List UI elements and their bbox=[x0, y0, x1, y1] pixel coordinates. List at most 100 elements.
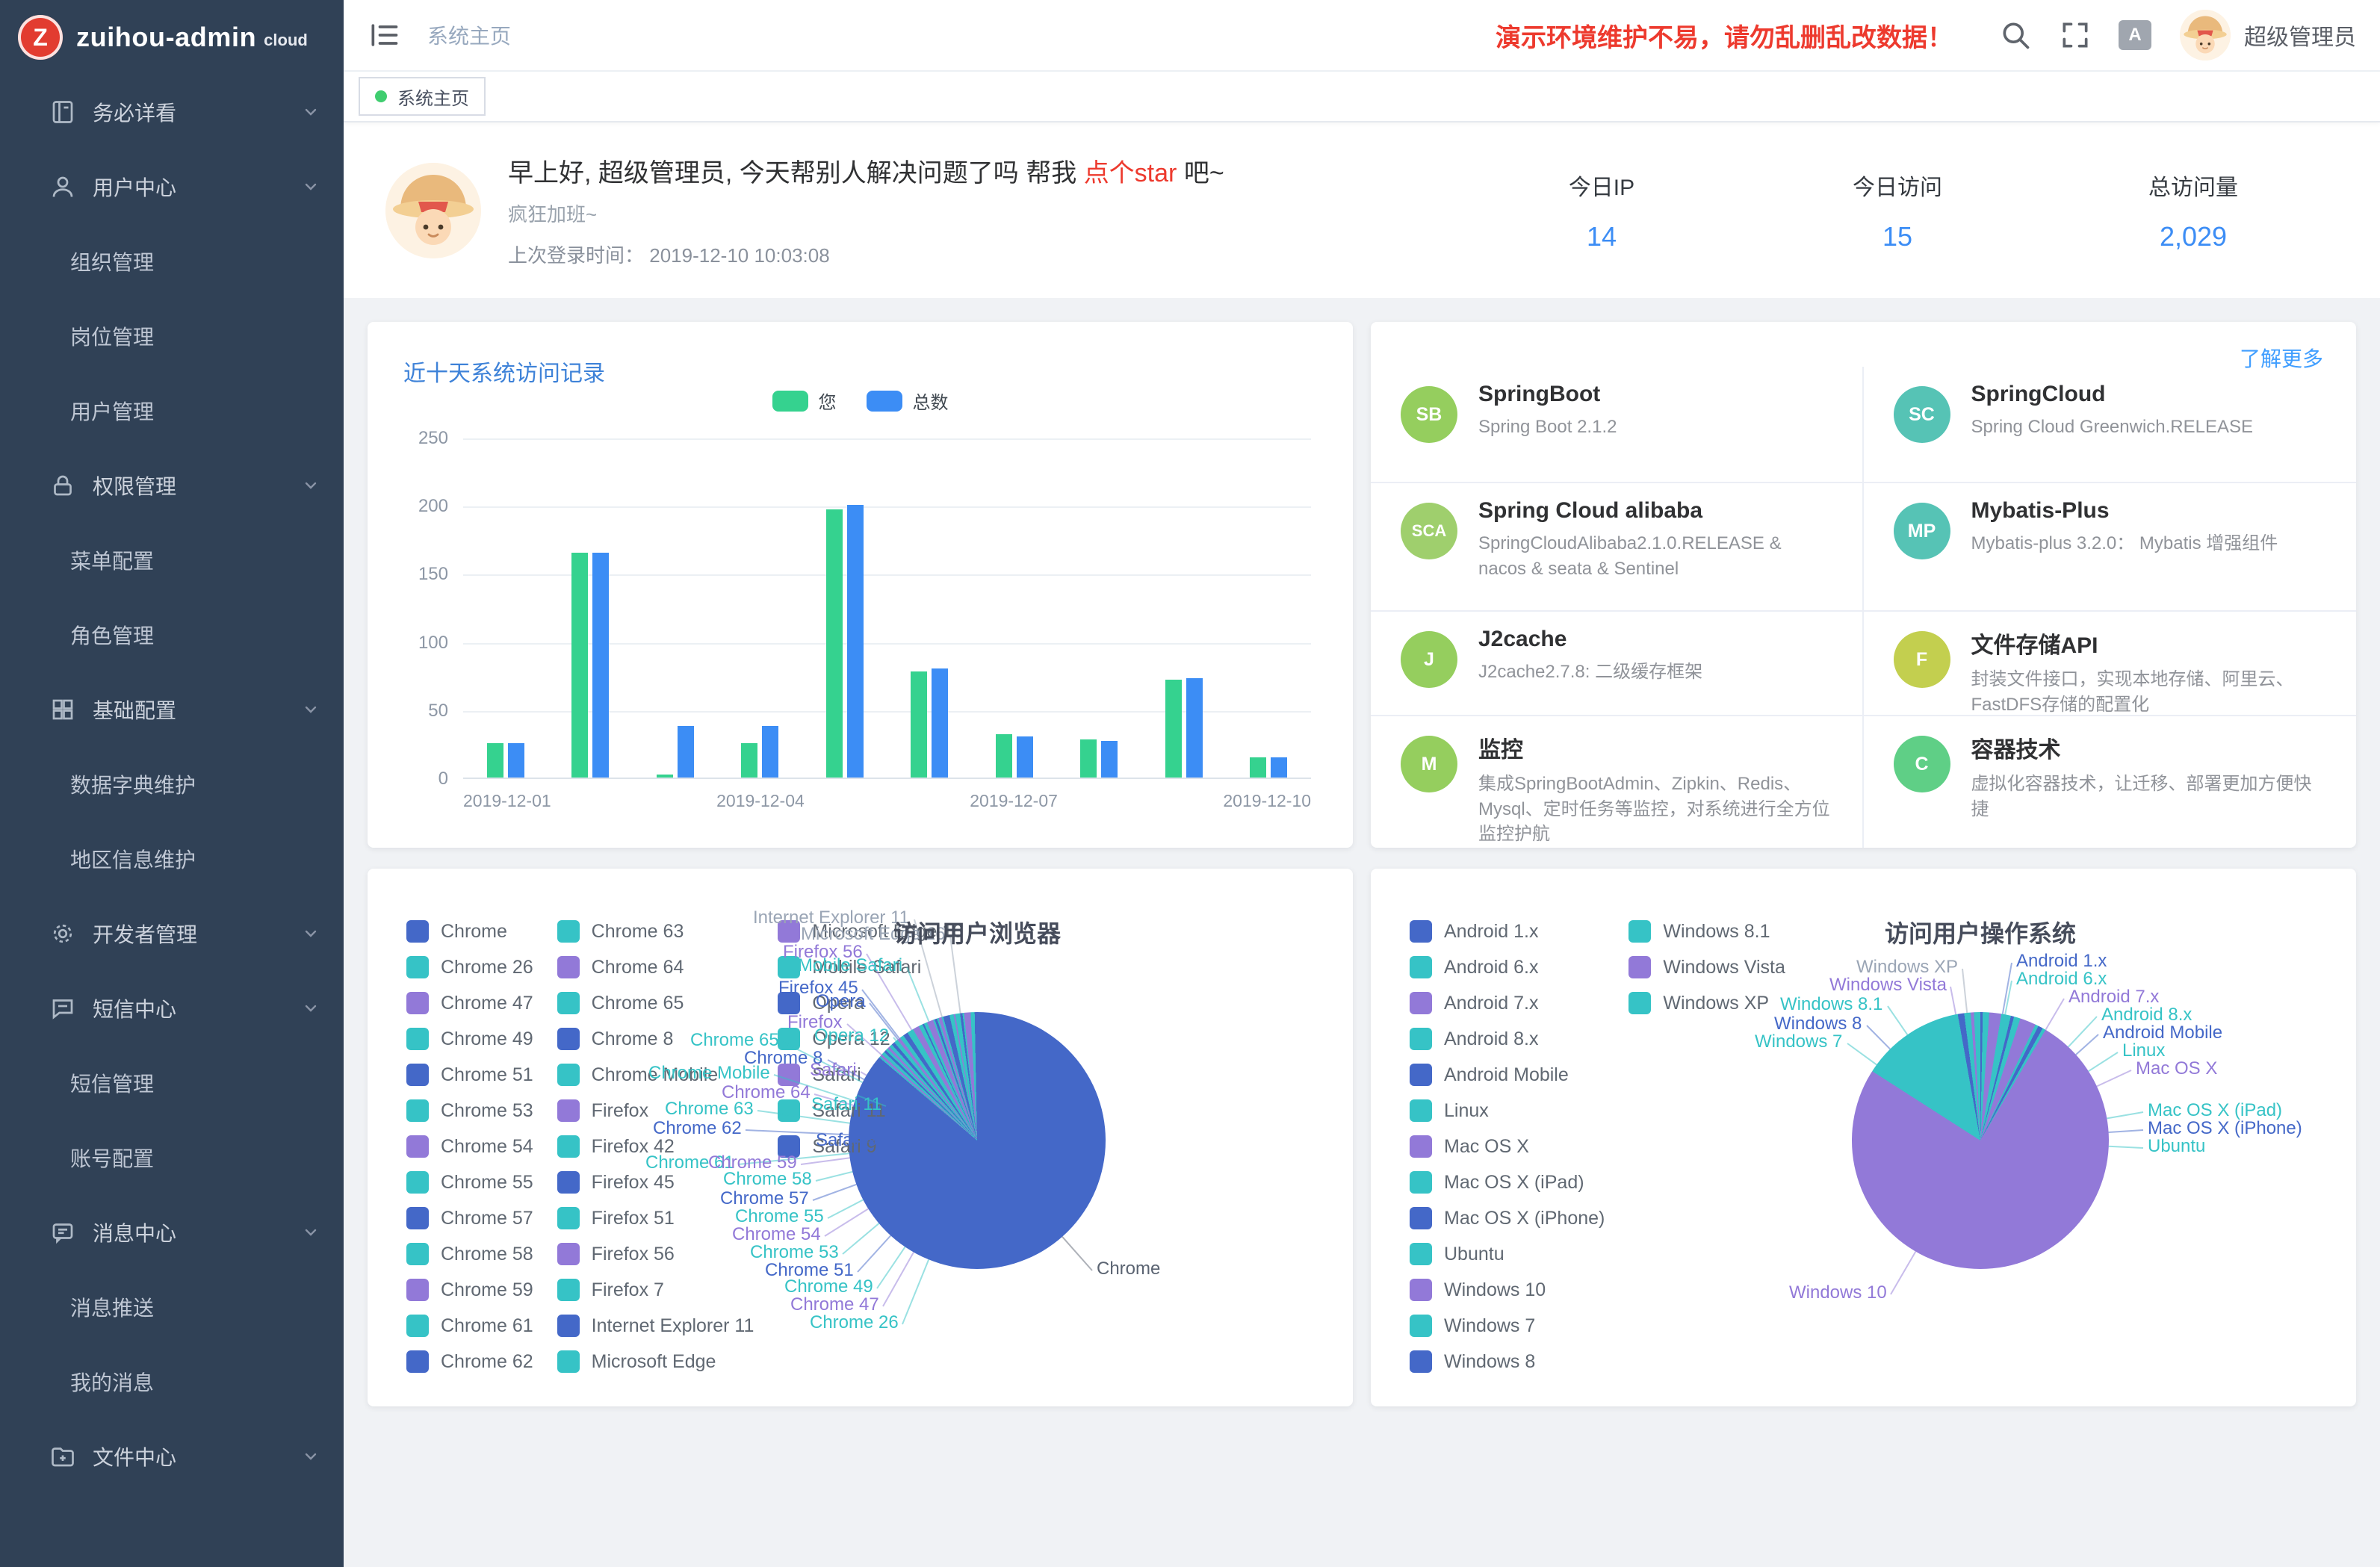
legend-item[interactable]: Chrome bbox=[406, 913, 533, 949]
legend-item[interactable]: Windows 8 bbox=[1410, 1344, 1605, 1380]
legend-item[interactable]: Android Mobile bbox=[1410, 1057, 1605, 1093]
legend-item[interactable]: Firefox 51 bbox=[557, 1200, 754, 1236]
legend-item[interactable]: Safari 11 bbox=[778, 1093, 963, 1129]
legend-item[interactable]: Mobile Safari bbox=[778, 949, 963, 985]
search-icon[interactable] bbox=[1999, 19, 2032, 52]
legend-item[interactable]: Chrome 64 bbox=[557, 949, 754, 985]
greeting-line: 早上好, 超级管理员, 今天帮别人解决问题了吗 帮我 点个star 吧~ bbox=[508, 152, 1224, 189]
sidebar-item[interactable]: 权限管理 bbox=[0, 448, 344, 523]
legend-item[interactable]: Chrome 54 bbox=[406, 1129, 533, 1164]
legend-item[interactable]: Opera 12 bbox=[778, 1021, 963, 1057]
tech-desc: 封装文件接口，实现本地存储、阿里云、FastDFS存储的配置化 bbox=[1971, 667, 2327, 716]
tech-item: SBSpringBootSpring Boot 2.1.2 bbox=[1371, 367, 1864, 483]
legend-label: Chrome 59 bbox=[441, 1279, 533, 1301]
legend-item[interactable]: 您 bbox=[772, 388, 837, 414]
sidebar-subitem[interactable]: 消息推送 bbox=[0, 1270, 344, 1344]
legend-item[interactable]: Mac OS X (iPad) bbox=[1410, 1164, 1605, 1200]
legend-item[interactable]: Chrome 51 bbox=[406, 1057, 533, 1093]
legend-swatch bbox=[406, 1028, 429, 1050]
legend-item[interactable]: Chrome 55 bbox=[406, 1164, 533, 1200]
legend-item[interactable]: Android 1.x bbox=[1410, 913, 1605, 949]
tech-name: 文件存储API bbox=[1971, 627, 2327, 660]
tech-item: JJ2cacheJ2cache2.7.8: 二级缓存框架 bbox=[1371, 612, 1864, 716]
tech-name: J2cache bbox=[1478, 627, 1702, 652]
tech-info: SpringCloudSpring Cloud Greenwich.RELEAS… bbox=[1971, 382, 2254, 470]
legend-item[interactable]: Windows XP bbox=[1628, 985, 1785, 1021]
tab-home[interactable]: 系统主页 bbox=[359, 77, 486, 116]
collapse-sidebar-icon[interactable] bbox=[368, 19, 400, 52]
bar-groups bbox=[463, 438, 1311, 778]
sidebar-item[interactable]: 务必详看 bbox=[0, 75, 344, 149]
pie-callout-label: Chrome bbox=[1097, 1259, 1160, 1279]
sidebar-subitem[interactable]: 我的消息 bbox=[0, 1344, 344, 1419]
legend-item[interactable]: Chrome 62 bbox=[406, 1344, 533, 1380]
legend-item[interactable]: Chrome 58 bbox=[406, 1236, 533, 1272]
current-user-name[interactable]: 超级管理员 bbox=[2244, 19, 2356, 52]
legend-item[interactable]: Windows 8.1 bbox=[1628, 913, 1785, 949]
sidebar-item[interactable]: 开发者管理 bbox=[0, 896, 344, 971]
legend-item[interactable]: Microsoft Edge bbox=[557, 1344, 754, 1380]
sidebar-subitem[interactable]: 地区信息维护 bbox=[0, 822, 344, 896]
legend-item[interactable]: Chrome Mobile bbox=[557, 1057, 754, 1093]
legend-item[interactable]: Chrome 59 bbox=[406, 1272, 533, 1308]
legend-swatch bbox=[557, 956, 580, 978]
legend-item[interactable]: Linux bbox=[1410, 1093, 1605, 1129]
bar-group bbox=[1141, 438, 1227, 778]
legend-item[interactable]: Chrome 57 bbox=[406, 1200, 533, 1236]
x-axis-label bbox=[1141, 791, 1224, 811]
sidebar-subitem[interactable]: 数据字典维护 bbox=[0, 747, 344, 822]
sidebar-subitem[interactable]: 角色管理 bbox=[0, 598, 344, 672]
legend-item[interactable]: Firefox 7 bbox=[557, 1272, 754, 1308]
learn-more-link[interactable]: 了解更多 bbox=[2240, 343, 2323, 373]
sidebar-item[interactable]: 基础配置 bbox=[0, 672, 344, 747]
sidebar-subitem[interactable]: 短信管理 bbox=[0, 1046, 344, 1120]
legend-label: Chrome 61 bbox=[441, 1315, 533, 1337]
breadcrumb[interactable]: 系统主页 bbox=[427, 20, 511, 50]
legend-item[interactable]: Windows 10 bbox=[1410, 1272, 1605, 1308]
legend-item[interactable]: Chrome 26 bbox=[406, 949, 533, 985]
legend-item[interactable]: Firefox 56 bbox=[557, 1236, 754, 1272]
legend-item[interactable]: Firefox 45 bbox=[557, 1164, 754, 1200]
legend-item[interactable]: Internet Explorer 11 bbox=[557, 1308, 754, 1344]
legend-item[interactable]: 总数 bbox=[867, 388, 949, 414]
legend-item[interactable]: Chrome 47 bbox=[406, 985, 533, 1021]
legend-item[interactable]: Chrome 65 bbox=[557, 985, 754, 1021]
sidebar-subitem[interactable]: 组织管理 bbox=[0, 224, 344, 299]
legend-item[interactable]: Mac OS X (iPhone) bbox=[1410, 1200, 1605, 1236]
font-size-icon[interactable]: A bbox=[2119, 20, 2151, 50]
app-logo[interactable]: Z zuihou-admin cloud bbox=[0, 0, 344, 75]
tab-active-dot bbox=[375, 90, 387, 102]
legend-item[interactable]: Firefox 42 bbox=[557, 1129, 754, 1164]
legend-item[interactable]: Android 8.x bbox=[1410, 1021, 1605, 1057]
legend-item[interactable]: Chrome 53 bbox=[406, 1093, 533, 1129]
star-link[interactable]: 点个star bbox=[1084, 159, 1177, 187]
legend-item[interactable]: Windows 7 bbox=[1410, 1308, 1605, 1344]
legend-item[interactable]: Android 7.x bbox=[1410, 985, 1605, 1021]
sidebar-subitem[interactable]: 岗位管理 bbox=[0, 299, 344, 373]
legend-item[interactable]: Chrome 63 bbox=[557, 913, 754, 949]
sidebar-subitem[interactable]: 账号配置 bbox=[0, 1120, 344, 1195]
legend-item[interactable]: Safari bbox=[778, 1057, 963, 1093]
legend-item[interactable]: Firefox bbox=[557, 1093, 754, 1129]
sidebar-item[interactable]: 消息中心 bbox=[0, 1195, 344, 1270]
legend-label: Safari 11 bbox=[812, 1100, 885, 1122]
sidebar-item[interactable]: 用户中心 bbox=[0, 149, 344, 224]
legend-item[interactable]: Mac OS X bbox=[1410, 1129, 1605, 1164]
lock-icon bbox=[49, 472, 76, 499]
legend-item[interactable]: Safari 9 bbox=[778, 1129, 963, 1164]
sidebar-subitem[interactable]: 用户管理 bbox=[0, 373, 344, 448]
sidebar-item[interactable]: 文件中心 bbox=[0, 1419, 344, 1494]
legend-item[interactable]: Opera bbox=[778, 985, 963, 1021]
legend-item[interactable]: Windows Vista bbox=[1628, 949, 1785, 985]
sidebar-item[interactable]: 短信中心 bbox=[0, 971, 344, 1046]
legend-item[interactable]: Chrome 61 bbox=[406, 1308, 533, 1344]
legend-item[interactable]: Chrome 49 bbox=[406, 1021, 533, 1057]
legend-label: Windows XP bbox=[1663, 993, 1769, 1014]
legend-item[interactable]: Android 6.x bbox=[1410, 949, 1605, 985]
legend-item[interactable]: Chrome 8 bbox=[557, 1021, 754, 1057]
visit-chart-title: 近十天系统访问记录 bbox=[403, 355, 605, 388]
fullscreen-icon[interactable] bbox=[2059, 19, 2092, 52]
sidebar-subitem[interactable]: 菜单配置 bbox=[0, 523, 344, 598]
legend-item[interactable]: Ubuntu bbox=[1410, 1236, 1605, 1272]
avatar[interactable] bbox=[2180, 10, 2231, 60]
